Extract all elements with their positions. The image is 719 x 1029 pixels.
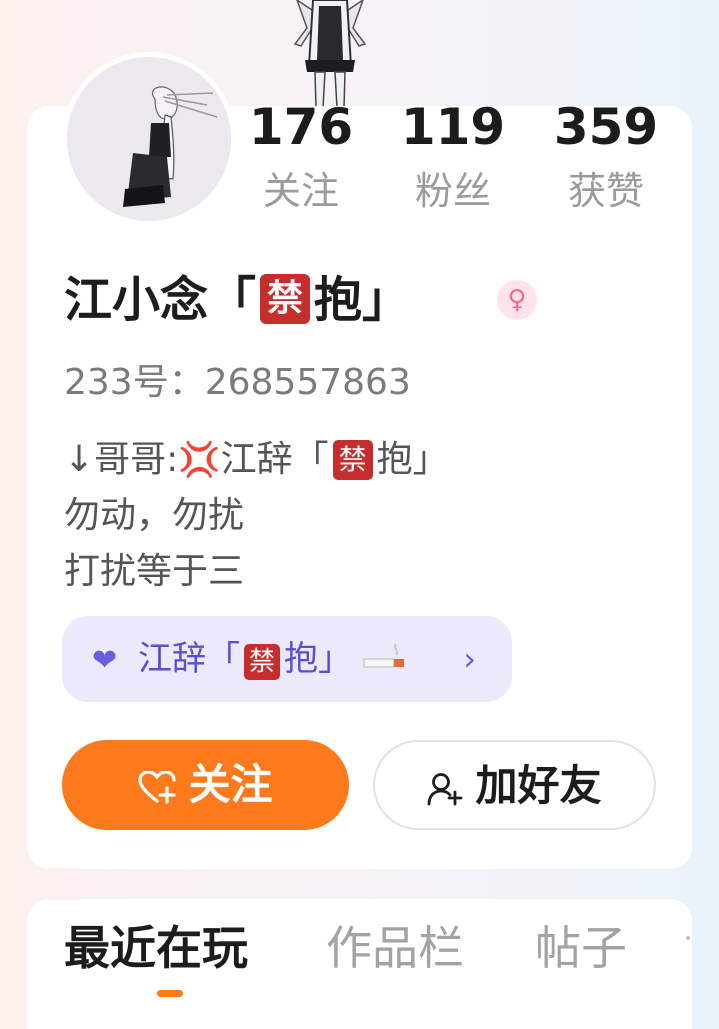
stat-likes-count: 359 xyxy=(553,98,659,156)
tab-recently-played[interactable]: 最近在玩 xyxy=(64,916,248,980)
username-text: 江小念「 xyxy=(64,272,257,328)
prohibited-emoji: 禁 xyxy=(332,440,373,480)
bio-name: 江辞「 xyxy=(220,439,329,480)
cp-name: 江辞「 xyxy=(138,639,240,679)
stat-likes-label: 获赞 xyxy=(567,169,644,213)
cp-name-suffix: 抱」 xyxy=(284,639,352,679)
prohibited-emoji: 禁 xyxy=(244,644,280,680)
bio-suffix: 抱」 xyxy=(376,439,449,480)
stat-following-label: 关注 xyxy=(262,169,339,213)
cp-relationship-link[interactable]: ❤ 江辞「禁抱」 › xyxy=(62,616,512,702)
tab-posts[interactable]: 帖子 xyxy=(535,916,627,980)
stat-following[interactable]: 176 关注 xyxy=(236,96,366,216)
username: 江小念「禁抱」 xyxy=(64,265,410,335)
cigarette-icon xyxy=(362,618,408,704)
anger-icon: 💢 xyxy=(178,440,221,480)
follow-button[interactable]: 关注 xyxy=(62,740,349,830)
username-suffix: 抱」 xyxy=(314,272,411,328)
follow-label: 关注 xyxy=(188,760,273,809)
stat-followers[interactable]: 119 粉丝 xyxy=(388,96,518,216)
add-friend-label: 加好友 xyxy=(475,761,602,810)
active-tab-indicator xyxy=(157,990,183,997)
avatar[interactable] xyxy=(62,52,236,226)
more-tabs-indicator xyxy=(686,936,690,940)
bio-prefix: ↓哥哥: xyxy=(64,439,179,480)
bio: ↓哥哥:💢江辞「禁抱」 勿动，勿扰 打扰等于三 xyxy=(64,432,449,600)
add-friend-button[interactable]: 加好友 xyxy=(373,740,656,830)
stat-followers-label: 粉丝 xyxy=(414,169,491,213)
stat-likes[interactable]: 359 获赞 xyxy=(541,96,671,216)
bio-line-1: ↓哥哥:💢江辞「禁抱」 xyxy=(64,432,449,488)
header-character-image xyxy=(255,0,405,109)
female-icon: ♀ xyxy=(497,280,537,320)
add-person-icon xyxy=(427,748,463,836)
user-id: 233号：268557863 xyxy=(64,362,411,403)
chevron-right-icon: › xyxy=(463,640,476,678)
prohibited-emoji: 禁 xyxy=(260,274,311,324)
bio-line-3: 打扰等于三 xyxy=(64,551,245,592)
bio-line-2: 勿动，勿扰 xyxy=(64,495,245,536)
stat-following-count: 176 xyxy=(248,98,354,156)
heart-plus-icon xyxy=(138,746,177,836)
heart-icon: ❤ xyxy=(92,643,118,678)
stat-followers-count: 119 xyxy=(400,98,506,156)
tab-works[interactable]: 作品栏 xyxy=(326,916,464,980)
